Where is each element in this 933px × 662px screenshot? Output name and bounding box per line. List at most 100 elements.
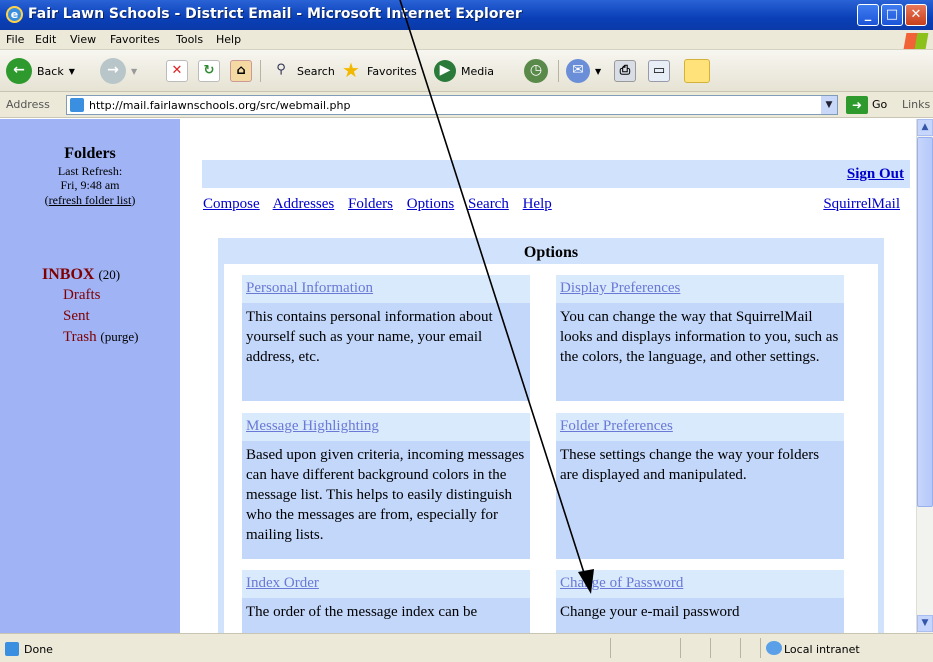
status-text: Done xyxy=(24,643,53,656)
messenger-button[interactable] xyxy=(684,58,710,84)
printer-icon: ⎙ xyxy=(614,60,636,82)
address-input[interactable]: http://mail.fairlawnschools.org/src/webm… xyxy=(66,95,838,115)
option-link-index-order[interactable]: Index Order xyxy=(246,575,319,591)
nav-compose[interactable]: Compose xyxy=(203,196,260,212)
go-arrow-icon[interactable]: ➜ xyxy=(846,96,868,114)
option-desc: These settings change the way your folde… xyxy=(556,441,844,559)
status-divider xyxy=(740,638,741,658)
nav-options[interactable]: Options xyxy=(407,196,455,212)
close-button[interactable]: ✕ xyxy=(905,4,927,26)
go-button[interactable]: Go xyxy=(872,98,887,111)
status-divider xyxy=(760,638,761,658)
inbox-count: (20) xyxy=(98,267,121,282)
menu-tools[interactable]: Tools xyxy=(176,33,203,46)
media-label: Media xyxy=(461,64,495,78)
scroll-down-icon[interactable]: ▼ xyxy=(917,615,933,632)
folder-trash[interactable]: Trash (purge) xyxy=(63,329,138,346)
option-link-change-of-password[interactable]: Change of Password xyxy=(560,575,683,591)
status-divider xyxy=(610,638,611,658)
refresh-button[interactable]: ↻ xyxy=(198,58,220,84)
address-label: Address xyxy=(6,98,50,111)
intranet-icon xyxy=(766,641,782,655)
media-icon: ▶ xyxy=(434,60,456,82)
menu-view[interactable]: View xyxy=(70,33,96,46)
maximize-button[interactable]: □ xyxy=(881,4,903,26)
option-desc: You can change the way that SquirrelMail… xyxy=(556,303,844,401)
folder-drafts[interactable]: Drafts xyxy=(63,287,101,304)
security-zone: Local intranet xyxy=(784,643,860,656)
window-title-bar: e Fair Lawn Schools - District Email - M… xyxy=(0,0,933,30)
refresh-icon: ↻ xyxy=(198,60,220,82)
home-icon: ⌂ xyxy=(230,60,252,82)
folders-heading: Folders xyxy=(64,145,116,162)
nav-addresses[interactable]: Addresses xyxy=(273,196,335,212)
back-label: Back xyxy=(37,64,64,78)
menu-file[interactable]: File xyxy=(6,33,24,46)
option-link-message-highlighting[interactable]: Message Highlighting xyxy=(246,418,379,434)
option-card-index-order: Index Order The order of the message ind… xyxy=(242,570,530,633)
star-icon: ★ xyxy=(342,58,360,82)
menu-favorites[interactable]: Favorites xyxy=(110,33,160,46)
scroll-up-icon[interactable]: ▲ xyxy=(917,119,933,136)
stop-button[interactable]: ✕ xyxy=(166,58,188,84)
option-link-personal-information[interactable]: Personal Information xyxy=(246,280,373,296)
links-button[interactable]: Links xyxy=(902,98,930,111)
back-button[interactable]: ← Back ▼ xyxy=(6,58,75,84)
nav-search[interactable]: Search xyxy=(468,196,509,212)
chevron-down-icon: ▼ xyxy=(131,66,138,76)
folder-inbox[interactable]: INBOX (20) xyxy=(42,266,120,284)
nav-folders[interactable]: Folders xyxy=(348,196,393,212)
mail-icon: ✉ xyxy=(566,59,590,83)
toolbar-separator xyxy=(260,60,261,82)
edit-button[interactable]: ▭ xyxy=(648,58,670,84)
search-label: Search xyxy=(297,64,335,78)
inbox-label[interactable]: INBOX xyxy=(42,266,94,283)
squirrelmail-link[interactable]: SquirrelMail xyxy=(823,196,900,213)
history-button[interactable]: ◷ xyxy=(524,58,548,84)
minimize-button[interactable]: _ xyxy=(857,4,879,26)
menu-bar: File Edit View Favorites Tools Help xyxy=(0,30,933,50)
mail-button[interactable]: ✉ ▼ xyxy=(566,58,601,84)
edit-icon: ▭ xyxy=(648,60,670,82)
back-arrow-icon: ← xyxy=(6,58,32,84)
nav-help[interactable]: Help xyxy=(523,196,552,212)
options-title: Options xyxy=(523,244,579,261)
favorites-button[interactable]: ★ Favorites xyxy=(340,58,417,84)
options-panel: Options Personal Information This contai… xyxy=(218,238,884,633)
status-bar: Done Local intranet xyxy=(0,633,933,662)
header-bar: Sign Out xyxy=(202,160,910,188)
folder-sidebar: Folders Last Refresh: Fri, 9:48 am (refr… xyxy=(0,119,180,633)
address-bar: Address http://mail.fairlawnschools.org/… xyxy=(0,92,933,118)
chevron-down-icon[interactable]: ▼ xyxy=(821,96,837,114)
print-button[interactable]: ⎙ xyxy=(614,58,636,84)
trash-label[interactable]: Trash xyxy=(63,329,97,345)
search-button[interactable]: ⚲ Search xyxy=(270,58,335,84)
home-button[interactable]: ⌂ xyxy=(230,58,252,84)
search-icon: ⚲ xyxy=(276,62,286,77)
page-content: Folders Last Refresh: Fri, 9:48 am (refr… xyxy=(0,119,916,633)
option-link-folder-preferences[interactable]: Folder Preferences xyxy=(560,418,673,434)
page-icon xyxy=(70,98,84,112)
media-button[interactable]: ▶ Media xyxy=(434,58,494,84)
option-link-display-preferences[interactable]: Display Preferences xyxy=(560,280,680,296)
menu-edit[interactable]: Edit xyxy=(35,33,56,46)
toolbar: ← Back ▼ → ▼ ✕ ↻ ⌂ ⚲ Search ★ Favorites … xyxy=(0,50,933,92)
refresh-folder-list-link[interactable]: refresh folder list xyxy=(49,193,132,207)
forward-button[interactable]: → ▼ xyxy=(100,58,137,84)
folder-sent[interactable]: Sent xyxy=(63,308,90,325)
option-desc: This contains personal information about… xyxy=(242,303,530,401)
scrollbar-thumb[interactable] xyxy=(917,137,933,507)
chevron-down-icon: ▼ xyxy=(595,66,602,76)
address-url[interactable]: http://mail.fairlawnschools.org/src/webm… xyxy=(89,99,350,112)
last-refresh-label: Last Refresh: xyxy=(57,164,123,178)
chevron-down-icon: ▼ xyxy=(68,66,75,76)
toolbar-separator xyxy=(558,60,559,82)
main-nav: Compose Addresses Folders Options Search… xyxy=(203,196,562,213)
sign-out-link[interactable]: Sign Out xyxy=(847,166,904,183)
options-grid: Personal Information This contains perso… xyxy=(224,264,878,633)
status-divider xyxy=(680,638,681,658)
purge-link[interactable]: (purge) xyxy=(100,329,138,344)
menu-help[interactable]: Help xyxy=(216,33,241,46)
page-icon xyxy=(5,642,19,656)
vertical-scrollbar[interactable]: ▲ ▼ xyxy=(916,119,933,633)
